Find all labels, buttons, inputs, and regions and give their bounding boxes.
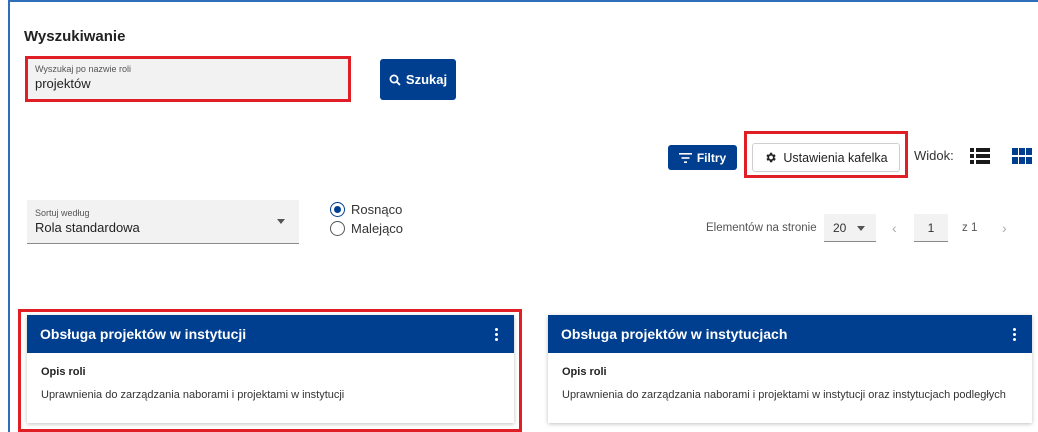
- caret-down-icon: [277, 219, 285, 224]
- sort-ascending-label: Rosnąco: [351, 202, 403, 217]
- search-button-label: Szukaj: [405, 72, 448, 87]
- view-label: Widok:: [914, 148, 954, 163]
- filters-button-label: Filtry: [696, 150, 727, 165]
- radio-unchecked-icon: [330, 221, 345, 236]
- caret-down-icon: [857, 226, 865, 231]
- search-icon: [389, 74, 401, 86]
- role-tile[interactable]: Obsługa projektów w instytucjach Opis ro…: [548, 315, 1032, 423]
- sort-select-value: Rola standardowa: [35, 220, 140, 235]
- chevron-right-icon[interactable]: ›: [1002, 220, 1007, 236]
- filter-icon: [678, 152, 692, 163]
- radio-checked-icon: [330, 202, 345, 217]
- chevron-left-icon[interactable]: ‹: [892, 220, 897, 236]
- list-view-icon[interactable]: [970, 146, 990, 166]
- page-number-input[interactable]: 1: [914, 214, 948, 242]
- sort-select[interactable]: Sortuj według Rola standardowa: [27, 200, 299, 244]
- sort-select-label: Sortuj według: [35, 208, 90, 218]
- kebab-menu-icon[interactable]: [1009, 324, 1020, 345]
- tile-highlight-frame: [18, 309, 522, 432]
- page-count-label: z 1: [962, 222, 978, 234]
- items-per-page-label: Elementów na stronie: [706, 222, 817, 234]
- tile-body: Opis roli Uprawnienia do zarządzania nab…: [548, 353, 1032, 414]
- sort-ascending-radio[interactable]: Rosnąco: [330, 202, 402, 217]
- search-button[interactable]: Szukaj: [380, 59, 456, 100]
- filters-button[interactable]: Filtry: [668, 145, 737, 170]
- sort-descending-label: Malejąco: [351, 221, 404, 236]
- tile-header: Obsługa projektów w instytucjach: [548, 315, 1032, 353]
- tile-title: Obsługa projektów w instytucjach: [561, 326, 788, 342]
- search-highlight-frame: [25, 56, 351, 102]
- grid-view-icon[interactable]: [1012, 146, 1032, 166]
- settings-highlight-frame: [744, 131, 908, 178]
- page-title: Wyszukiwanie: [24, 28, 126, 45]
- sort-descending-radio[interactable]: Malejąco: [330, 221, 403, 236]
- items-per-page-value: 20: [833, 221, 847, 235]
- tile-subtitle: Opis roli: [562, 366, 607, 378]
- tile-description: Uprawnienia do zarządzania naborami i pr…: [562, 389, 1006, 401]
- items-per-page-select[interactable]: 20: [824, 214, 876, 242]
